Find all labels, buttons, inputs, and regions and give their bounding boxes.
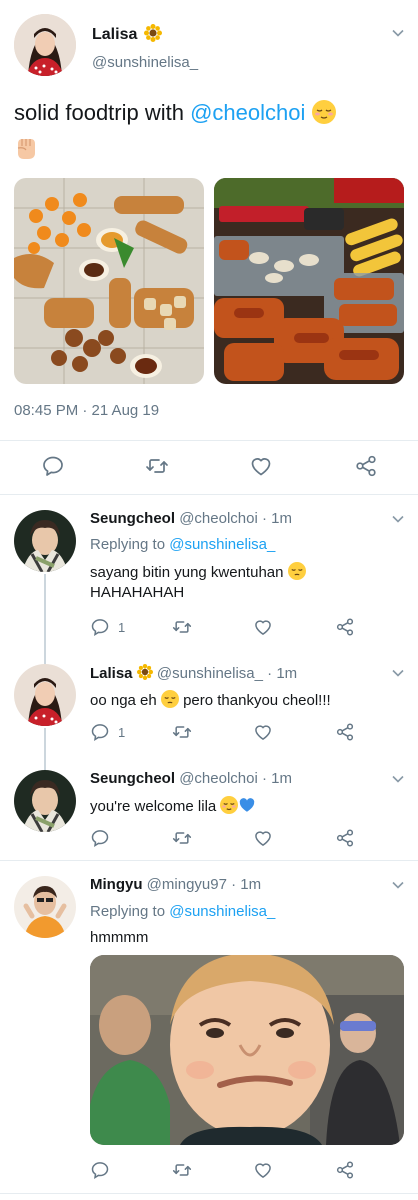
reply-text: oo nga eh pero thankyou cheol!!! [90, 690, 331, 709]
reply-count: 1 [118, 620, 126, 635]
chevron-down-icon[interactable] [391, 512, 405, 526]
divider [0, 1193, 418, 1194]
reply-avatar[interactable] [14, 770, 76, 832]
reply-author[interactable]: Seungcheol @cheolchoi · 1m [90, 770, 292, 787]
reply-avatar[interactable] [14, 510, 76, 572]
like-icon[interactable] [253, 828, 273, 848]
chevron-down-icon[interactable] [391, 666, 405, 680]
reply-text: hmmmm [90, 929, 149, 946]
relieved-face-emoji [311, 100, 336, 124]
reply-icon[interactable] [90, 828, 110, 848]
tweet-timestamp: 08:45 PM · 21 Aug 19 [14, 402, 160, 419]
like-icon[interactable] [253, 1160, 273, 1180]
reply-avatar[interactable] [14, 876, 76, 938]
reply-author[interactable]: Lalisa @sunshinelisa_ · 1m [90, 664, 297, 682]
divider [0, 860, 418, 861]
reply-icon[interactable] [90, 722, 110, 742]
food-spread-photo[interactable] [14, 178, 204, 384]
reply-text: sayang bitin yung kwentuhan [90, 562, 306, 581]
retweet-icon[interactable] [172, 1160, 192, 1180]
thread-line [44, 728, 46, 770]
replying-to: Replying to @sunshinelisa_ [90, 903, 276, 920]
retweet-icon[interactable] [172, 828, 192, 848]
share-icon[interactable] [354, 454, 378, 478]
tweet-text: solid foodtrip with @cheolchoi [14, 96, 404, 160]
blue-heart-emoji [238, 796, 256, 814]
raised-fist-emoji [14, 134, 38, 160]
like-icon[interactable] [249, 454, 273, 478]
reply-author[interactable]: Seungcheol @cheolchoi · 1m [90, 510, 292, 527]
reply-text: HAHAHAHAH [90, 584, 185, 601]
relieved-face-emoji [220, 796, 239, 814]
share-icon[interactable] [335, 828, 355, 848]
reply-icon[interactable] [90, 1160, 110, 1180]
share-icon[interactable] [335, 617, 355, 637]
divider [0, 440, 418, 441]
share-icon[interactable] [335, 1160, 355, 1180]
pensive-face-emoji [287, 562, 306, 580]
chevron-down-icon[interactable] [391, 878, 405, 892]
main-avatar[interactable] [14, 14, 76, 76]
author-name[interactable]: Lalisa [92, 24, 162, 44]
retweet-icon[interactable] [145, 454, 169, 478]
like-icon[interactable] [253, 722, 273, 742]
chevron-down-icon[interactable] [391, 26, 405, 40]
like-icon[interactable] [253, 617, 273, 637]
mention-link[interactable]: @sunshinelisa_ [169, 903, 275, 920]
grilled-skewers-photo[interactable] [214, 178, 404, 384]
divider [0, 494, 418, 495]
author-handle[interactable]: @sunshinelisa_ [92, 54, 198, 71]
retweet-icon[interactable] [172, 722, 192, 742]
sunflower-icon [143, 24, 162, 42]
replying-to: Replying to @sunshinelisa_ [90, 536, 276, 553]
chevron-down-icon[interactable] [391, 772, 405, 786]
retweet-icon[interactable] [172, 617, 192, 637]
share-icon[interactable] [335, 722, 355, 742]
pensive-face-emoji [160, 690, 179, 708]
reply-icon[interactable] [41, 454, 65, 478]
mention-link[interactable]: @cheolchoi [190, 100, 305, 125]
thread-line [44, 574, 46, 664]
mention-link[interactable]: @sunshinelisa_ [169, 536, 275, 553]
sunflower-icon [136, 664, 153, 680]
reply-avatar[interactable] [14, 664, 76, 726]
reply-text: you're welcome lila [90, 796, 256, 815]
smirking-child-photo[interactable] [90, 955, 404, 1145]
reply-count: 1 [118, 725, 126, 740]
reply-icon[interactable] [90, 617, 110, 637]
reply-author[interactable]: Mingyu @mingyu97 · 1m [90, 876, 261, 893]
